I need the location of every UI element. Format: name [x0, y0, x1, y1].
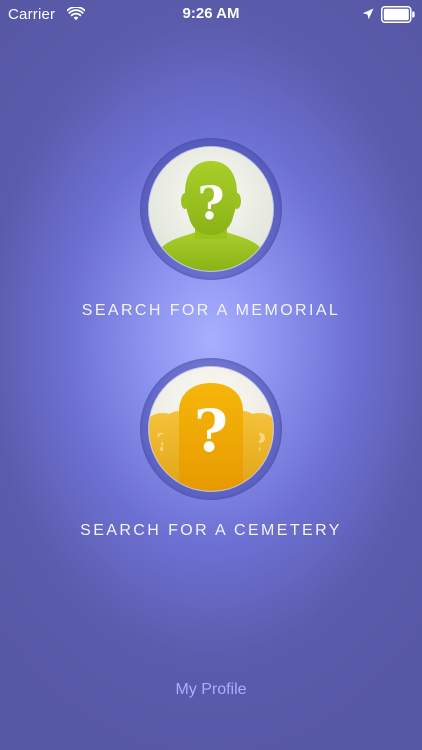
memorial-icon-disc[interactable]: ?	[149, 147, 273, 271]
search-cemetery-label[interactable]: SEARCH FOR A CEMETERY	[0, 522, 422, 540]
headstones-question-icon: ? ? ?	[149, 367, 273, 491]
svg-text:?: ?	[198, 176, 225, 230]
person-silhouette-question-icon: ?	[149, 147, 273, 271]
cemetery-icon-ring[interactable]: ? ? ?	[140, 358, 282, 500]
search-memorial-label[interactable]: SEARCH FOR A MEMORIAL	[0, 302, 422, 320]
memorial-icon-ring[interactable]: ?	[140, 138, 282, 280]
my-profile-link[interactable]: My Profile	[0, 681, 422, 699]
battery-icon	[381, 6, 415, 23]
cemetery-icon-disc[interactable]: ? ? ?	[149, 367, 273, 491]
svg-text:?: ?	[194, 397, 228, 465]
status-bar: Carrier 9:26 AM	[0, 0, 422, 30]
location-arrow-icon	[362, 8, 374, 20]
search-memorial-button[interactable]: ? SEARCH FOR A MEMORIAL	[0, 138, 422, 338]
status-time: 9:26 AM	[182, 5, 240, 22]
search-cemetery-button[interactable]: ? ? ? SEARCH FOR A CEMETERY	[0, 358, 422, 558]
